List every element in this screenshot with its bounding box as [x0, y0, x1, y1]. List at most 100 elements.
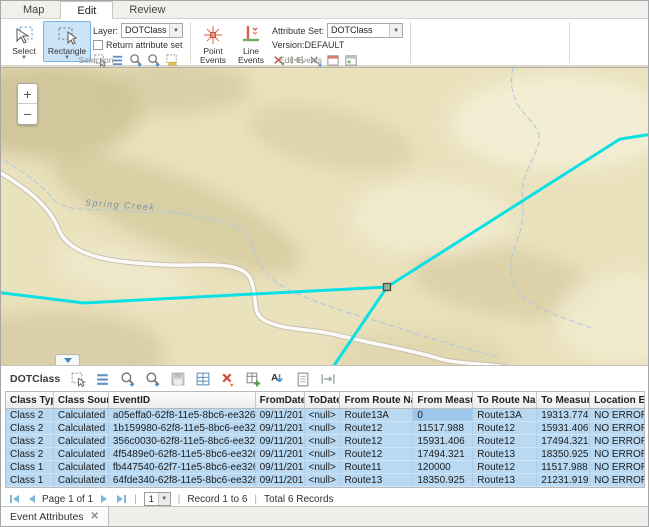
table-cell[interactable]: Class 2 — [6, 448, 54, 460]
table-cell[interactable]: 09/11/2015 — [256, 422, 305, 434]
table-cell[interactable]: 21231.919 — [537, 474, 590, 486]
table-cell[interactable]: 09/11/2015 — [256, 448, 305, 460]
table-cell[interactable]: 17494.321 — [413, 448, 473, 460]
table-cell[interactable]: NO ERROR — [590, 435, 644, 447]
table-cell[interactable]: 19313.774 — [537, 409, 590, 421]
column-header[interactable]: EventID — [109, 392, 256, 408]
map-view[interactable]: Spring Creek + − — [1, 67, 648, 365]
previous-page-button[interactable] — [25, 493, 37, 505]
table-row[interactable]: Class 2Calculated1b159980-62f8-11e5-8bc6… — [6, 422, 644, 435]
table-cell[interactable]: 1b159980-62f8-11e5-8bc6-ee32641d5ec9 — [109, 422, 256, 434]
column-header[interactable]: To Measure — [537, 392, 590, 408]
table-cell[interactable]: 15931.406 — [537, 422, 590, 434]
table-cell[interactable]: NO ERROR — [590, 409, 644, 421]
table-cell[interactable]: NO ERROR — [590, 422, 644, 434]
table-cell[interactable]: Class 1 — [6, 461, 54, 473]
column-header[interactable]: Class Source — [54, 392, 109, 408]
table-cell[interactable]: <null> — [305, 461, 341, 473]
add-records-icon[interactable] — [245, 371, 261, 387]
panel-collapse-tab[interactable] — [55, 354, 80, 365]
layer-dropdown[interactable]: DOTClass ▼ — [121, 23, 183, 38]
table-cell[interactable]: Class 1 — [6, 474, 54, 486]
table-row[interactable]: Class 1Calculated64fde340-62f8-11e5-8bc6… — [6, 474, 644, 487]
table-cell[interactable]: Route12 — [473, 461, 537, 473]
column-header[interactable]: FromDate — [256, 392, 305, 408]
table-row[interactable]: Class 2Calculated356c0030-62f8-11e5-8bc6… — [6, 435, 644, 448]
table-cell[interactable]: Calculated — [54, 422, 109, 434]
table-cell[interactable]: 120000 — [413, 461, 473, 473]
table-cell[interactable]: fb447540-62f7-11e5-8bc6-ee32641d5ec9 — [109, 461, 256, 473]
last-page-button[interactable] — [115, 493, 127, 505]
table-cell[interactable]: <null> — [305, 435, 341, 447]
zoom-in-button[interactable]: + — [18, 84, 37, 104]
pan-to-feature-icon[interactable] — [145, 371, 161, 387]
table-cell[interactable]: Route12 — [473, 435, 537, 447]
table-cell[interactable]: 09/11/2015 — [256, 461, 305, 473]
table-cell[interactable]: <null> — [305, 448, 341, 460]
table-cell[interactable]: Route13 — [473, 448, 537, 460]
table-cell[interactable]: Route13A — [340, 409, 413, 421]
table-cell[interactable]: NO ERROR — [590, 461, 644, 473]
layer-dropdown-arrow-icon[interactable]: ▼ — [169, 24, 182, 37]
column-header[interactable]: From Measure — [413, 392, 473, 408]
table-cell[interactable]: 0 — [413, 409, 473, 421]
table-cell[interactable]: <null> — [305, 422, 341, 434]
column-header[interactable]: ToDate — [305, 392, 341, 408]
show-selected-records-icon[interactable] — [95, 371, 111, 387]
table-cell[interactable]: 17494.321 — [537, 435, 590, 447]
table-cell[interactable]: 356c0030-62f8-11e5-8bc6-ee32641d5ec9 — [109, 435, 256, 447]
table-row[interactable]: Class 1Calculatedfb447540-62f7-11e5-8bc6… — [6, 461, 644, 474]
table-cell[interactable]: 09/11/2015 — [256, 435, 305, 447]
column-header[interactable]: From Route Name — [340, 392, 413, 408]
tab-event-attributes[interactable]: Event Attributes ✕ — [1, 507, 109, 526]
table-row[interactable]: Class 2Calculated4f5489e0-62f8-11e5-8bc6… — [6, 448, 644, 461]
table-cell[interactable]: Route13A — [473, 409, 537, 421]
delete-records-icon[interactable] — [220, 371, 236, 387]
table-cell[interactable]: Calculated — [54, 448, 109, 460]
table-cell[interactable]: Calculated — [54, 461, 109, 473]
switch-table-icon[interactable] — [195, 371, 211, 387]
first-page-button[interactable] — [8, 493, 20, 505]
table-cell[interactable]: 64fde340-62f8-11e5-8bc6-ee32641d5ec9 — [109, 474, 256, 486]
table-cell[interactable]: 11517.988 — [537, 461, 590, 473]
table-cell[interactable]: NO ERROR — [590, 474, 644, 486]
table-cell[interactable]: Calculated — [54, 435, 109, 447]
tab-review[interactable]: Review — [113, 1, 181, 18]
column-header[interactable]: To Route Name — [473, 392, 537, 408]
table-cell[interactable]: Class 2 — [6, 422, 54, 434]
table-row[interactable]: Class 2Calculateda05effa0-62f8-11e5-8bc6… — [6, 409, 644, 422]
table-cell[interactable]: 4f5489e0-62f8-11e5-8bc6-ee32641d5ec9 — [109, 448, 256, 460]
measure-range-icon[interactable] — [320, 371, 336, 387]
zoom-out-button[interactable]: − — [18, 104, 37, 124]
table-cell[interactable]: Route12 — [340, 422, 413, 434]
table-cell[interactable]: Calculated — [54, 474, 109, 486]
table-cell[interactable]: 09/11/2015 — [256, 474, 305, 486]
table-cell[interactable]: 09/11/2015 — [256, 409, 305, 421]
route-junction-marker[interactable] — [384, 284, 391, 291]
next-page-button[interactable] — [98, 493, 110, 505]
return-attribute-set-checkbox[interactable] — [93, 40, 103, 50]
table-cell[interactable]: NO ERROR — [590, 448, 644, 460]
table-cell[interactable]: Route13 — [340, 474, 413, 486]
table-cell[interactable]: a05effa0-62f8-11e5-8bc6-ee32641d5ec9 — [109, 409, 256, 421]
table-cell[interactable]: Calculated — [54, 409, 109, 421]
table-cell[interactable]: Route12 — [473, 422, 537, 434]
table-cell[interactable]: Route11 — [340, 461, 413, 473]
table-cell[interactable]: Route13 — [473, 474, 537, 486]
page-number-dropdown-arrow-icon[interactable]: ▼ — [158, 493, 170, 505]
table-cell[interactable]: Route12 — [340, 448, 413, 460]
select-records-icon[interactable] — [70, 371, 86, 387]
tab-map[interactable]: Map — [7, 1, 60, 18]
table-cell[interactable]: <null> — [305, 409, 341, 421]
table-cell[interactable]: Class 2 — [6, 409, 54, 421]
sort-records-icon[interactable]: A — [270, 371, 286, 387]
table-cell[interactable]: 15931.406 — [413, 435, 473, 447]
zoom-to-feature-icon[interactable] — [120, 371, 136, 387]
table-cell[interactable]: 11517.988 — [413, 422, 473, 434]
page-number-dropdown[interactable]: 1 ▼ — [144, 492, 171, 506]
column-header[interactable]: Class Type — [6, 392, 54, 408]
column-header[interactable]: Location Error — [590, 392, 644, 408]
tab-edit[interactable]: Edit — [60, 1, 113, 19]
attribute-form-icon[interactable] — [295, 371, 311, 387]
table-cell[interactable]: Route12 — [340, 435, 413, 447]
